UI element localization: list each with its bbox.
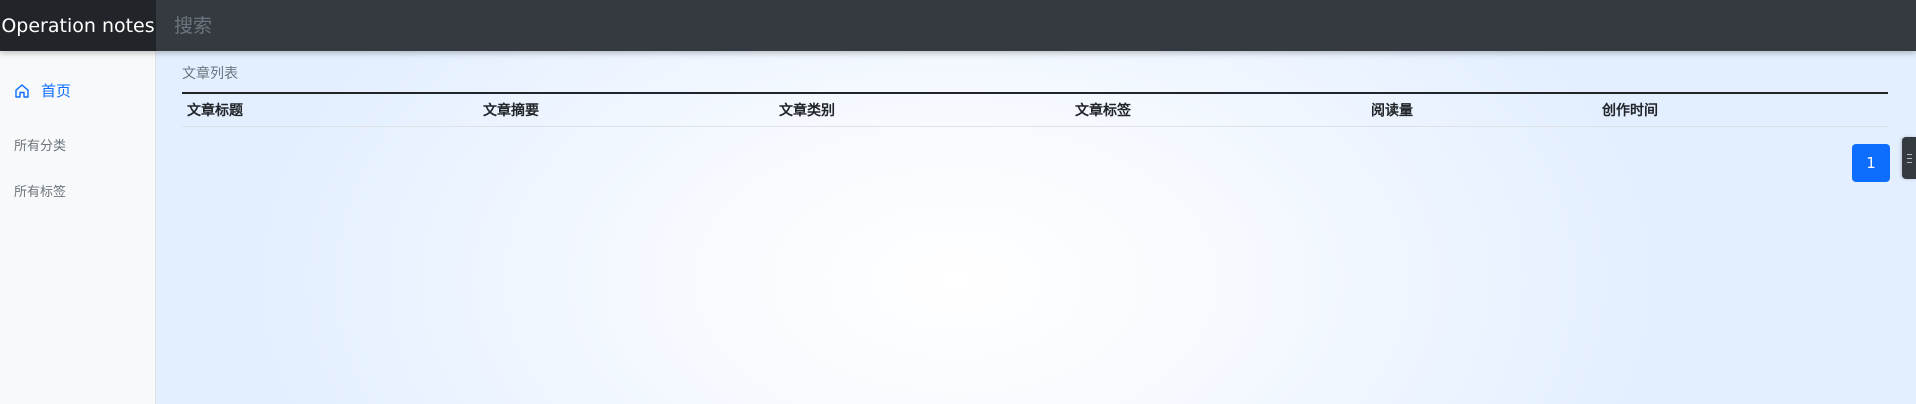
column-header-tags[interactable]: 文章标签 [1070,93,1366,127]
side-panel-toggle[interactable] [1902,137,1916,179]
column-header-views[interactable]: 阅读量 [1366,93,1597,127]
sidebar-item-tags[interactable]: 所有标签 [14,181,66,200]
column-header-title[interactable]: 文章标题 [182,93,478,127]
column-header-created-time[interactable]: 创作时间 [1597,93,1888,127]
sidebar-item-label: 首页 [41,82,72,100]
grip-icon [1907,158,1912,159]
main-content: 文章列表 文章标题 文章摘要 文章类别 文章标签 阅读量 创作时间 1 [156,51,1916,404]
brand-logo[interactable]: Operation notes [0,0,156,51]
section-title: 文章列表 [182,66,238,82]
top-navbar: Operation notes [0,0,1916,51]
home-icon [15,83,29,98]
articles-table-wrapper: 文章标题 文章摘要 文章类别 文章标签 阅读量 创作时间 [182,92,1888,127]
column-header-category[interactable]: 文章类别 [774,93,1070,127]
sidebar: 首页 所有分类 所有标签 [0,51,156,404]
articles-table: 文章标题 文章摘要 文章类别 文章标签 阅读量 创作时间 [182,92,1888,127]
sidebar-item-label: 所有标签 [14,185,67,200]
sidebar-item-home[interactable]: 首页 [14,80,71,101]
grip-icon [1907,162,1912,163]
column-header-summary[interactable]: 文章摘要 [478,93,774,127]
sidebar-item-label: 所有分类 [14,139,67,154]
sidebar-item-categories[interactable]: 所有分类 [14,135,66,154]
table-header-row: 文章标题 文章摘要 文章类别 文章标签 阅读量 创作时间 [182,93,1888,127]
search-input[interactable] [172,4,676,47]
grip-icon [1907,154,1912,155]
page-1-button[interactable]: 1 [1852,144,1890,182]
